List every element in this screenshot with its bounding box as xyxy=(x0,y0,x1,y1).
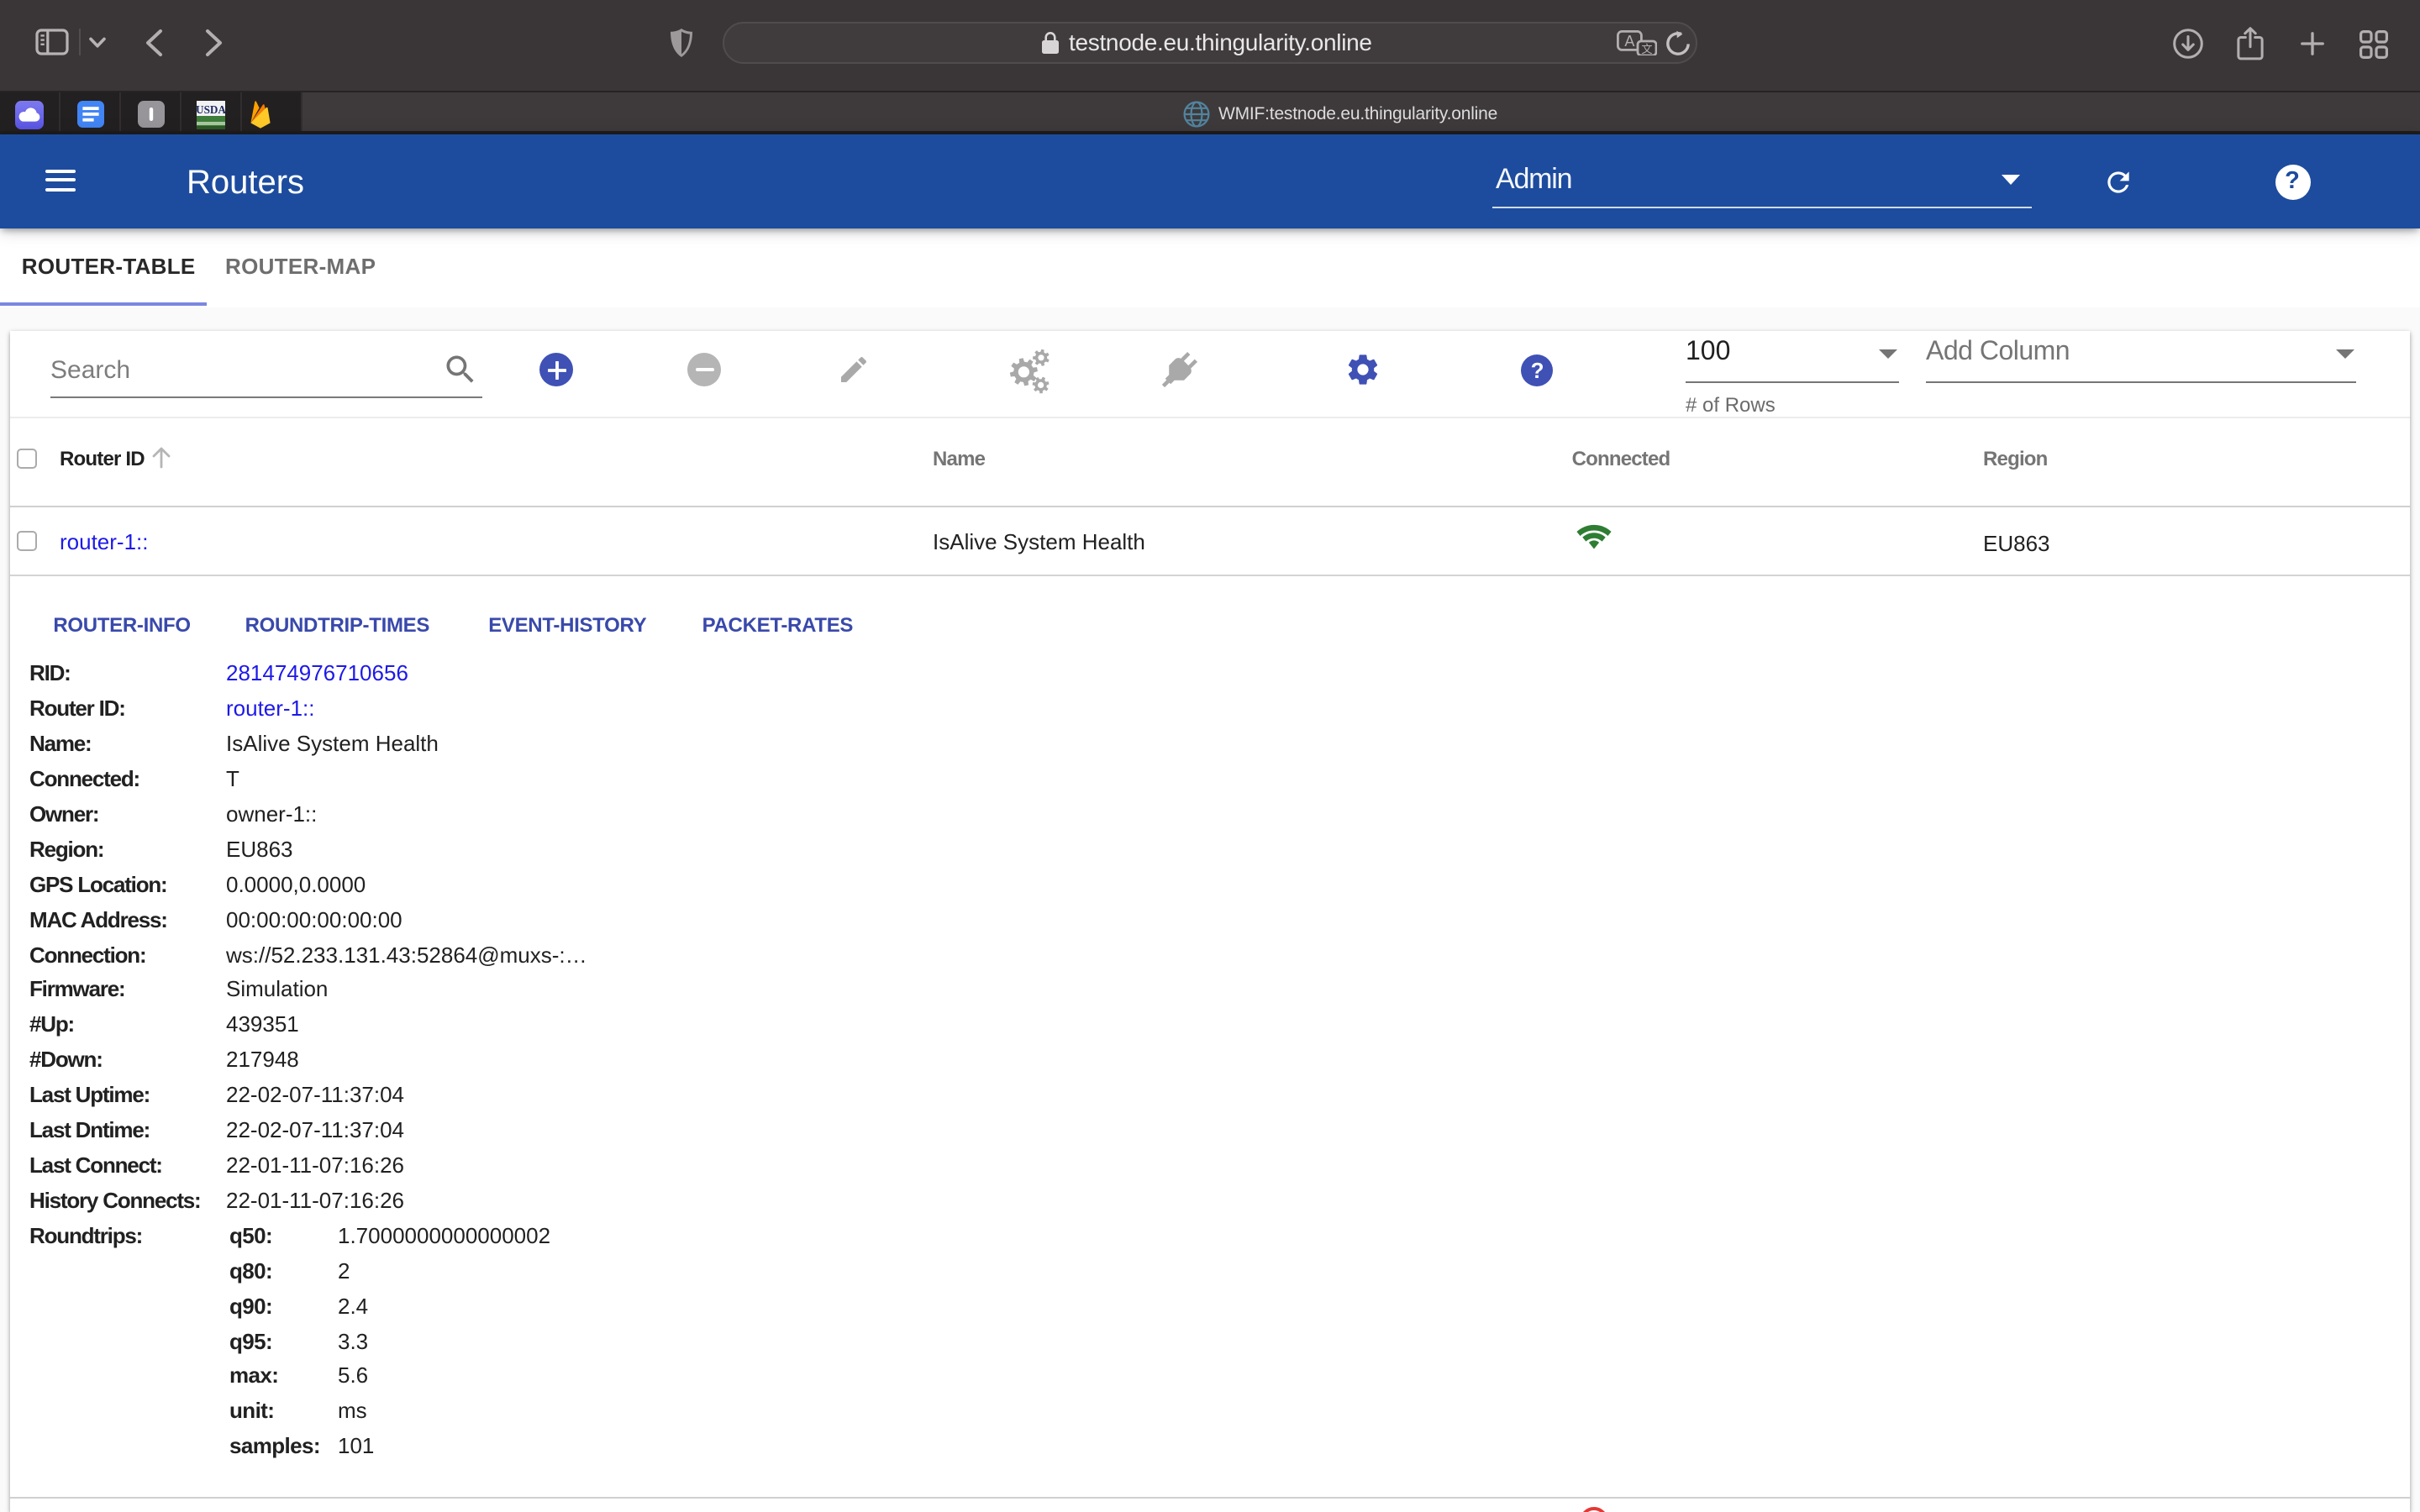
svg-text:文: 文 xyxy=(1641,43,1652,55)
svg-text:A: A xyxy=(1624,33,1634,50)
svg-text:USDA: USDA xyxy=(197,103,225,116)
